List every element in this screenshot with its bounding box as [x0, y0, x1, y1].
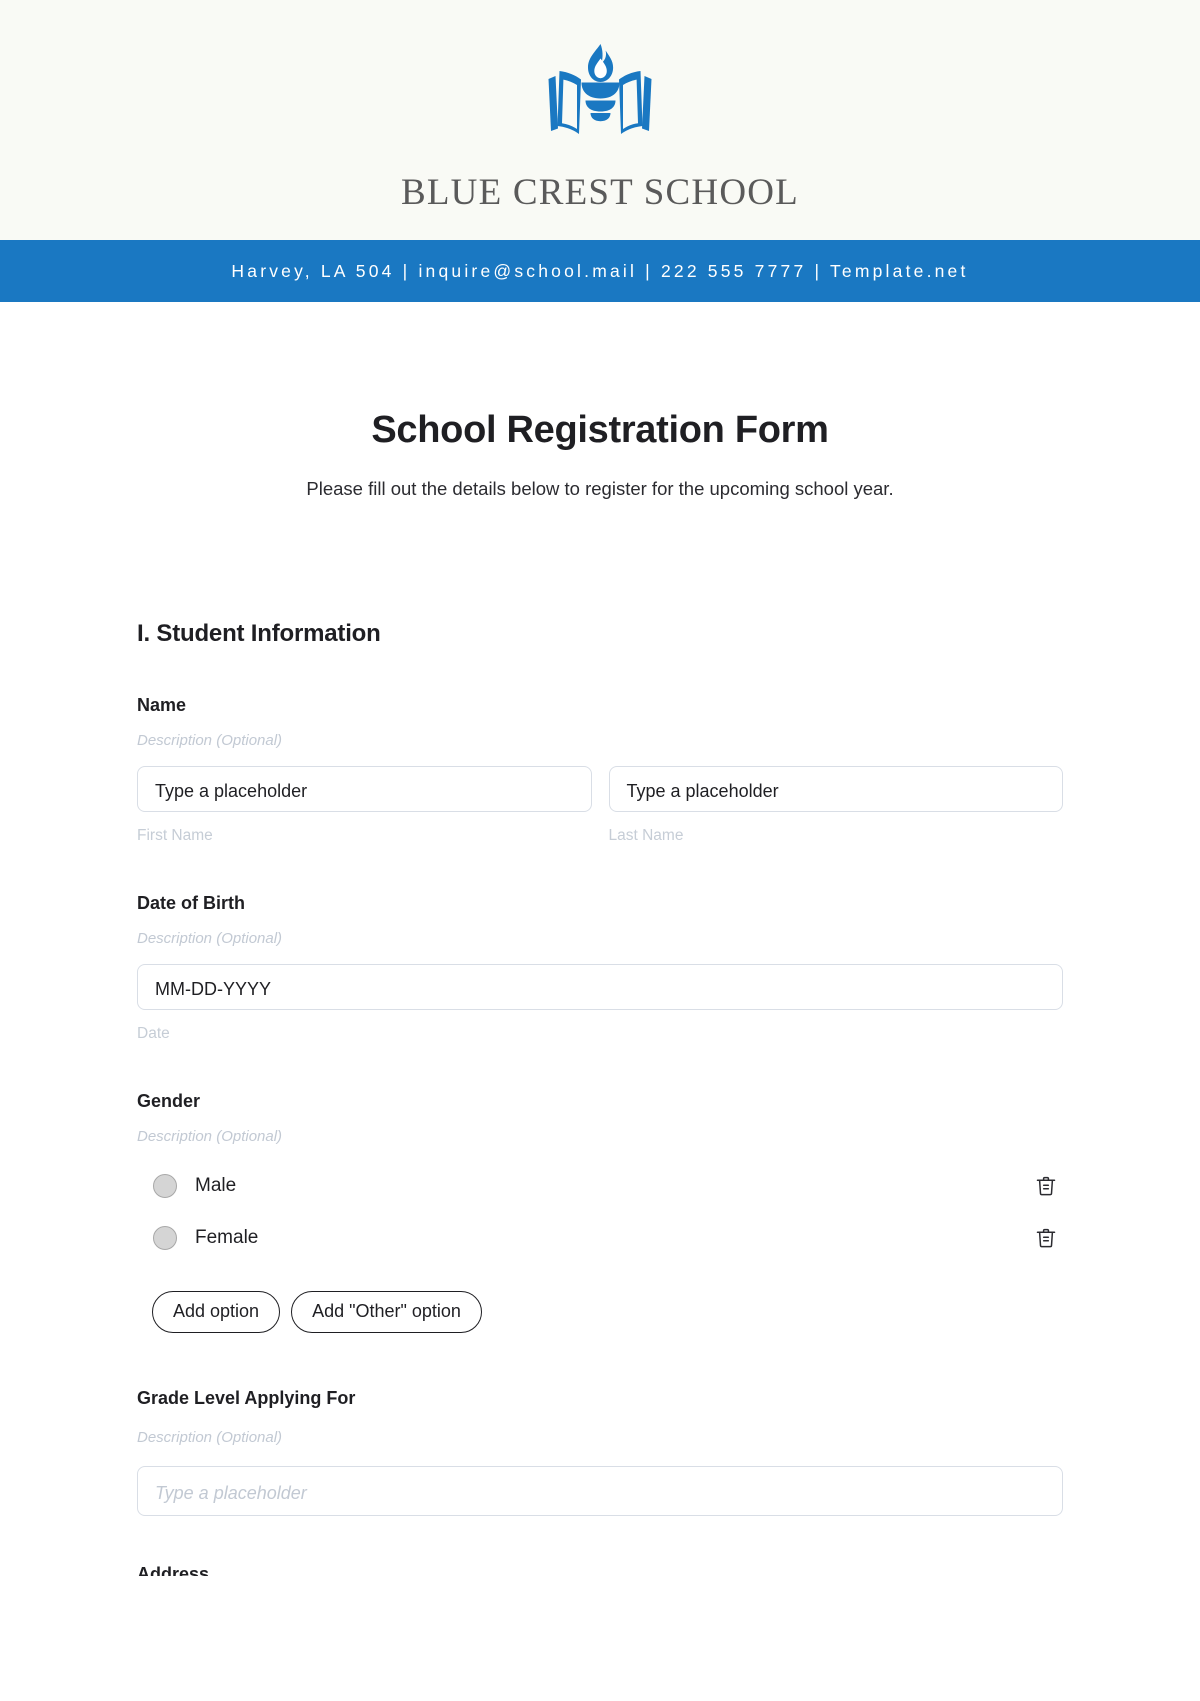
add-option-button[interactable]: Add option [152, 1291, 281, 1333]
field-label-grade-level: Grade Level Applying For [137, 1387, 356, 1408]
add-other-option-button[interactable]: Add "Other" option [291, 1291, 482, 1333]
field-label-gender: Gender [137, 1091, 201, 1111]
field-date-of-birth: Date of Birth Description (Optional) MM-… [137, 893, 1063, 1043]
grade-level-input[interactable]: Type a placeholder [137, 1465, 1063, 1516]
field-label-date-of-birth: Date of Birth [137, 893, 245, 913]
dob-column: MM-DD-YYYY Date [137, 964, 1063, 1043]
dob-input-row: MM-DD-YYYY Date [137, 964, 1063, 1043]
last-name-column: Type a placeholder Last Name [608, 766, 1063, 845]
field-name: Name Description (Optional) Type a place… [137, 695, 1063, 845]
field-description-gender: Description (Optional) [137, 1128, 283, 1145]
first-name-sublabel: First Name [137, 827, 213, 844]
page-title: School Registration Form [371, 409, 829, 451]
option-row-female[interactable]: Female [137, 1225, 1063, 1251]
field-description-date-of-birth: Description (Optional) [137, 930, 283, 947]
option-label-male: Male [195, 1175, 237, 1196]
field-grade-level: Grade Level Applying For Description (Op… [137, 1388, 1063, 1516]
date-of-birth-value: MM-DD-YYYY [155, 979, 271, 999]
option-row-male[interactable]: Male [137, 1173, 1063, 1199]
letterhead: BLUE CREST SCHOOL [0, 0, 1200, 240]
option-buttons-row: Add option Add "Other" option [152, 1291, 1063, 1333]
field-gender: Gender Description (Optional) Male Femal… [137, 1091, 1063, 1333]
grade-level-input-row: Type a placeholder [137, 1465, 1063, 1516]
contact-info-text: Harvey, LA 504 | inquire@school.mail | 2… [231, 260, 969, 281]
radio-button-male[interactable] [153, 1174, 177, 1198]
form-body: School Registration Form Please fill out… [0, 409, 1200, 1576]
section-heading-student-information: I. Student Information [137, 620, 381, 647]
first-name-input[interactable]: Type a placeholder [137, 766, 592, 812]
field-address: Address [137, 1564, 1063, 1576]
date-of-birth-input[interactable]: MM-DD-YYYY [137, 964, 1063, 1010]
grade-level-column: Type a placeholder [137, 1465, 1063, 1516]
grade-level-placeholder: Type a placeholder [155, 1482, 307, 1503]
page-subtitle: Please fill out the details below to reg… [306, 478, 894, 499]
field-description-grade-level: Description (Optional) [137, 1428, 283, 1446]
last-name-input[interactable]: Type a placeholder [608, 766, 1063, 812]
first-name-column: Type a placeholder First Name [137, 766, 592, 845]
school-name: BLUE CREST SCHOOL [401, 172, 799, 213]
field-label-name: Name [137, 695, 187, 715]
date-sublabel: Date [137, 1025, 170, 1042]
contact-bar: Harvey, LA 504 | inquire@school.mail | 2… [0, 240, 1200, 302]
trash-icon[interactable] [1033, 1225, 1059, 1251]
trash-icon[interactable] [1033, 1173, 1059, 1199]
book-flame-logo-icon [525, 38, 675, 153]
first-name-value: Type a placeholder [155, 781, 308, 801]
radio-button-female[interactable] [153, 1226, 177, 1250]
last-name-value: Type a placeholder [626, 781, 779, 801]
field-label-address: Address [137, 1563, 210, 1576]
option-label-female: Female [195, 1227, 259, 1248]
name-input-row: Type a placeholder First Name Type a pla… [137, 766, 1063, 845]
field-description-name: Description (Optional) [137, 732, 283, 749]
last-name-sublabel: Last Name [608, 827, 684, 844]
